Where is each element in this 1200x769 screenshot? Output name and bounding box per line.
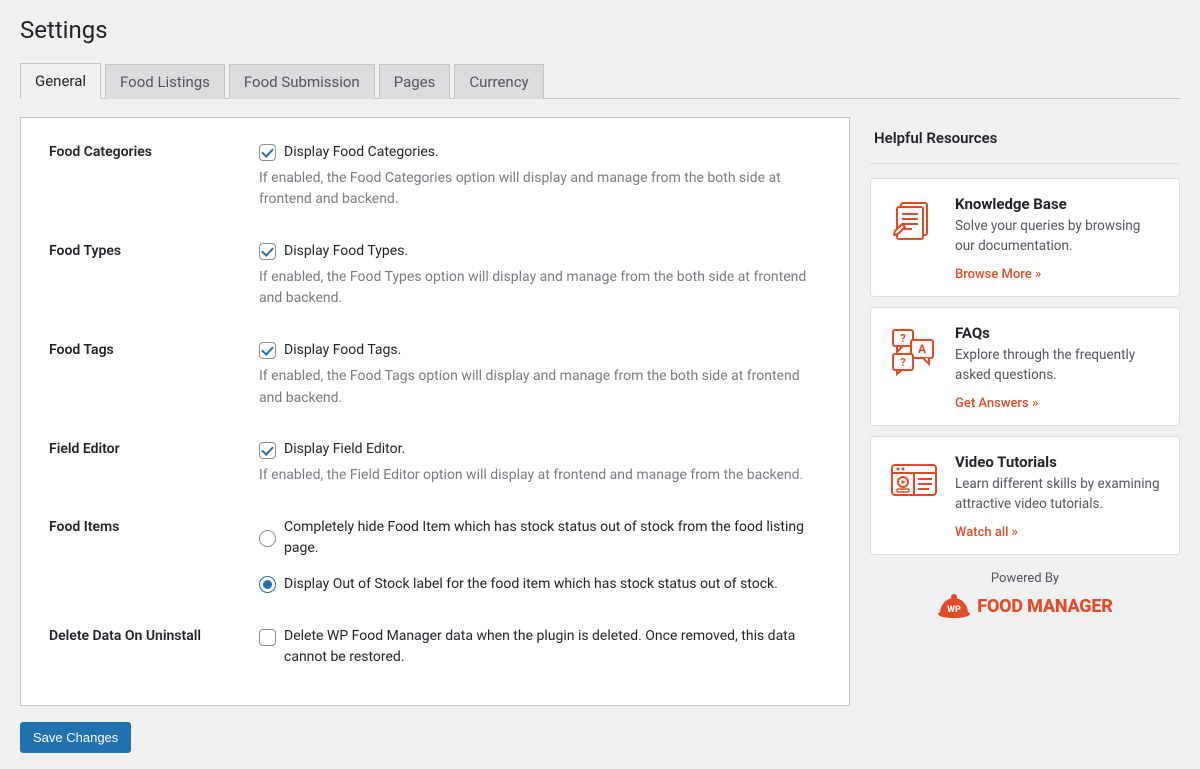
option-text: Display Food Types.	[284, 241, 408, 263]
option-desc: If enabled, the Food Tags option will di…	[259, 366, 821, 409]
sidebar: Helpful Resources Knowledge Base Solve y…	[870, 117, 1180, 620]
tab-general[interactable]: General	[20, 63, 101, 99]
resource-faqs: ? A ? FAQs Explore through the frequentl…	[870, 307, 1180, 426]
tab-food-submission[interactable]: Food Submission	[229, 64, 375, 99]
checkbox-delete-data[interactable]	[259, 629, 276, 646]
option-text: Display Out of Stock label for the food …	[284, 574, 778, 596]
checkbox-food-categories[interactable]	[259, 144, 276, 161]
resource-link-browse-more[interactable]: Browse More »	[955, 267, 1041, 282]
radio-food-items-hide[interactable]	[259, 530, 276, 547]
radio-food-items-label[interactable]	[259, 576, 276, 593]
setting-food-items: Food Items Completely hide Food Item whi…	[49, 517, 821, 596]
option-text: Display Food Tags.	[284, 340, 401, 362]
resource-knowledge-base: Knowledge Base Solve your queries by bro…	[870, 178, 1180, 297]
faq-icon: ? A ?	[887, 324, 941, 378]
option-text: Display Food Categories.	[284, 142, 439, 164]
option-desc: If enabled, the Field Editor option will…	[259, 465, 821, 487]
option-text: Completely hide Food Item which has stoc…	[284, 517, 821, 560]
setting-food-tags: Food Tags Display Food Tags. If enabled,…	[49, 340, 821, 409]
brand-text: FOOD MANAGER	[977, 596, 1112, 617]
resource-link-watch-all[interactable]: Watch all »	[955, 525, 1018, 540]
main-settings-panel: Food Categories Display Food Categories.…	[20, 117, 850, 706]
cloche-icon: WP	[937, 592, 971, 620]
powered-by: Powered By WP FOOD MANAGER	[870, 571, 1180, 620]
resource-desc: Solve your queries by browsing our docum…	[955, 217, 1163, 256]
option-desc: If enabled, the Food Categories option w…	[259, 168, 821, 211]
setting-label: Food Categories	[49, 142, 259, 160]
resource-title: Video Tutorials	[955, 453, 1163, 471]
setting-label: Food Types	[49, 241, 259, 259]
setting-delete-data: Delete Data On Uninstall Delete WP Food …	[49, 626, 821, 673]
resource-title: Knowledge Base	[955, 195, 1163, 213]
checkbox-food-tags[interactable]	[259, 342, 276, 359]
setting-field-editor: Field Editor Display Field Editor. If en…	[49, 439, 821, 486]
resource-link-get-answers[interactable]: Get Answers »	[955, 396, 1038, 411]
setting-label: Field Editor	[49, 439, 259, 457]
svg-text:A: A	[918, 342, 927, 356]
page-title: Settings	[20, 16, 1180, 44]
sidebar-title: Helpful Resources	[870, 117, 1180, 164]
setting-label: Delete Data On Uninstall	[49, 626, 259, 644]
checkbox-field-editor[interactable]	[259, 442, 276, 459]
powered-by-label: Powered By	[870, 571, 1180, 586]
setting-food-categories: Food Categories Display Food Categories.…	[49, 142, 821, 211]
svg-text:?: ?	[900, 356, 906, 369]
resource-title: FAQs	[955, 324, 1163, 342]
setting-label: Food Items	[49, 517, 259, 535]
document-icon	[887, 195, 941, 249]
save-button[interactable]: Save Changes	[20, 722, 131, 753]
option-text: Display Field Editor.	[284, 439, 405, 461]
tabs: General Food Listings Food Submission Pa…	[20, 62, 1180, 99]
checkbox-food-types[interactable]	[259, 243, 276, 260]
tab-food-listings[interactable]: Food Listings	[105, 64, 225, 99]
resource-desc: Learn different skills by examining attr…	[955, 475, 1163, 514]
resource-video-tutorials: Video Tutorials Learn different skills b…	[870, 436, 1180, 555]
svg-text:?: ?	[900, 332, 906, 345]
tab-pages[interactable]: Pages	[379, 64, 451, 99]
setting-food-types: Food Types Display Food Types. If enable…	[49, 241, 821, 310]
resource-desc: Explore through the frequently asked que…	[955, 346, 1163, 385]
svg-text:WP: WP	[947, 605, 961, 615]
setting-label: Food Tags	[49, 340, 259, 358]
brand-logo: WP FOOD MANAGER	[870, 592, 1180, 620]
video-icon	[887, 453, 941, 507]
option-text: Delete WP Food Manager data when the plu…	[284, 626, 821, 669]
tab-currency[interactable]: Currency	[454, 64, 543, 99]
option-desc: If enabled, the Food Types option will d…	[259, 267, 821, 310]
